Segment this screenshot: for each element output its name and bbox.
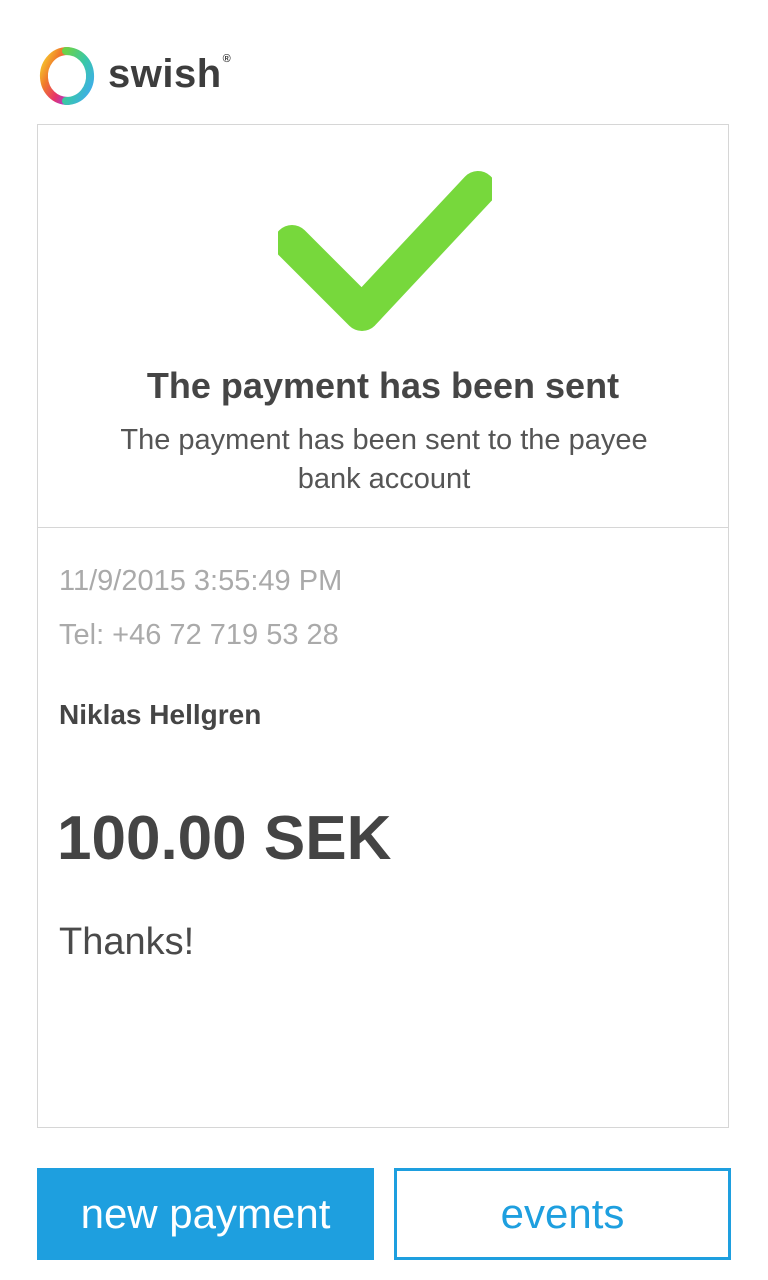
registered-mark: ® (222, 53, 232, 66)
payment-datetime: 11/9/2015 3:55:49 PM (59, 565, 343, 597)
status-description: The payment has been sent to the payee b… (120, 424, 648, 495)
status-section: The payment has been sent The payment ha… (38, 125, 728, 528)
swish-logo-icon (39, 47, 95, 105)
payment-receipt-card: The payment has been sent The payment ha… (37, 124, 729, 1128)
events-button[interactable]: events (394, 1168, 731, 1260)
payment-message: Thanks! (59, 921, 195, 963)
payment-amount: 100.00 SEK (57, 804, 392, 873)
app-header: swish® (38, 44, 231, 108)
payee-name: Niklas Hellgren (59, 699, 262, 730)
brand-name: swish® (108, 51, 232, 96)
checkmark-icon (278, 171, 492, 331)
status-title: The payment has been sent (146, 365, 620, 406)
payee-phone: Tel: +46 72 719 53 28 (59, 619, 339, 651)
new-payment-button[interactable]: new payment (37, 1168, 374, 1260)
